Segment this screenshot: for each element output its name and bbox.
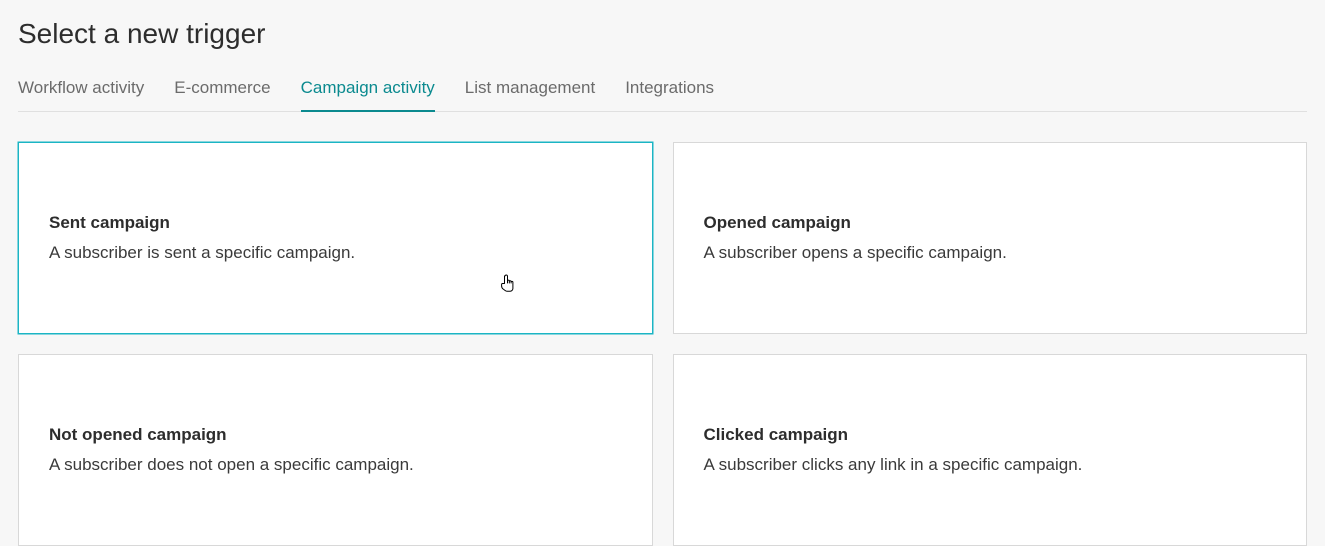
card-title: Sent campaign [49, 213, 622, 233]
card-opened-campaign[interactable]: Opened campaign A subscriber opens a spe… [673, 142, 1308, 334]
card-sent-campaign[interactable]: Sent campaign A subscriber is sent a spe… [18, 142, 653, 334]
card-title: Opened campaign [704, 213, 1277, 233]
card-title: Clicked campaign [704, 425, 1277, 445]
tab-campaign-activity[interactable]: Campaign activity [301, 78, 435, 112]
card-clicked-campaign[interactable]: Clicked campaign A subscriber clicks any… [673, 354, 1308, 546]
page-title: Select a new trigger [18, 18, 1307, 50]
card-desc: A subscriber opens a specific campaign. [704, 243, 1277, 263]
card-desc: A subscriber clicks any link in a specif… [704, 455, 1277, 475]
card-not-opened-campaign[interactable]: Not opened campaign A subscriber does no… [18, 354, 653, 546]
card-title: Not opened campaign [49, 425, 622, 445]
tab-integrations[interactable]: Integrations [625, 78, 714, 112]
trigger-cards-grid: Sent campaign A subscriber is sent a spe… [18, 142, 1307, 546]
card-desc: A subscriber does not open a specific ca… [49, 455, 622, 475]
tab-e-commerce[interactable]: E-commerce [174, 78, 270, 112]
tabs-bar: Workflow activity E-commerce Campaign ac… [18, 78, 1307, 112]
card-desc: A subscriber is sent a specific campaign… [49, 243, 622, 263]
tab-workflow-activity[interactable]: Workflow activity [18, 78, 144, 112]
tab-list-management[interactable]: List management [465, 78, 595, 112]
